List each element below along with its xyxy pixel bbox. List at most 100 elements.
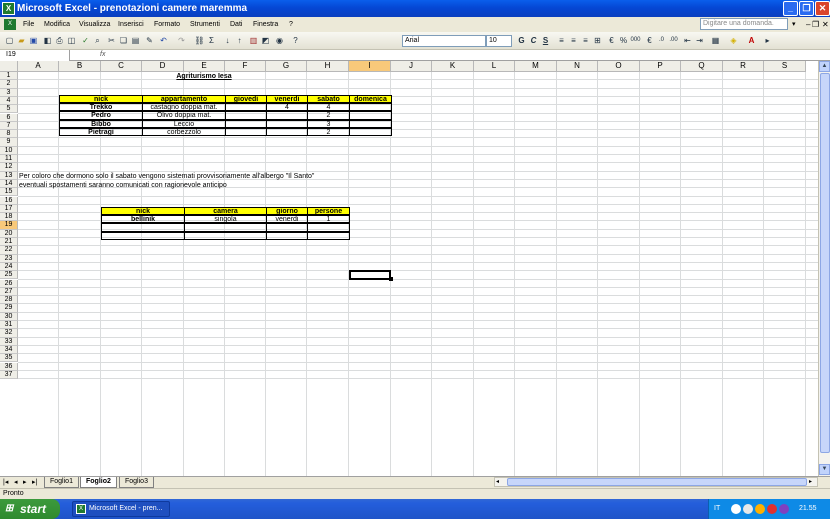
row-header[interactable]: 14 — [0, 179, 18, 189]
sort-asc-icon[interactable]: ↓ — [222, 35, 233, 46]
t1-header-domenica[interactable]: domenica — [349, 94, 392, 103]
t1-cell-appartamento[interactable]: Leccio — [142, 119, 226, 128]
note-line-2[interactable]: eventuali spostamenti saranno comunicati… — [18, 182, 418, 190]
decrease-decimal-icon[interactable]: .00 — [668, 35, 679, 46]
bold-button[interactable]: G — [516, 35, 527, 46]
format-painter-icon[interactable]: ✎ — [144, 35, 155, 46]
menu-strumenti[interactable]: Strumenti — [190, 17, 220, 32]
t1-cell-appartamento[interactable]: Olivo doppia mat. — [142, 111, 226, 120]
t2-header-persone[interactable]: persone — [307, 206, 350, 215]
tray-app-icon[interactable] — [779, 504, 789, 514]
row-header[interactable]: 17 — [0, 204, 18, 214]
column-header[interactable]: K — [432, 61, 474, 72]
t1-cell-domenica[interactable] — [349, 127, 392, 137]
doc-minimize-icon[interactable]: – — [806, 17, 810, 32]
column-header[interactable]: P — [640, 61, 681, 72]
row-header[interactable]: 1 — [0, 72, 18, 81]
menu-help[interactable]: ? — [289, 17, 293, 32]
row-header[interactable]: 37 — [0, 370, 18, 380]
t1-cell-sabato[interactable]: 2 — [307, 111, 350, 120]
column-header[interactable]: F — [225, 61, 266, 72]
row-header[interactable]: 34 — [0, 345, 18, 355]
row-header[interactable]: 28 — [0, 296, 18, 305]
font-name-select[interactable]: Arial — [402, 35, 486, 47]
t1-header-venerdi[interactable]: venerdi — [266, 94, 308, 103]
t2-cell-camera[interactable]: singola — [184, 215, 267, 224]
increase-indent-icon[interactable]: ⇥ — [694, 35, 705, 46]
t1-cell-giovedi[interactable] — [225, 119, 267, 128]
column-header[interactable]: M — [515, 61, 557, 72]
taskbar-item-excel[interactable]: X Microsoft Excel - pren... — [72, 501, 170, 517]
t1-cell-nick[interactable]: Trekko — [59, 103, 143, 112]
menu-visualizza[interactable]: Visualizza — [79, 17, 110, 32]
increase-decimal-icon[interactable]: .0 — [656, 35, 667, 46]
toolbar-options-icon[interactable]: ▸ — [762, 35, 773, 46]
sort-desc-icon[interactable]: ↑ — [234, 35, 245, 46]
column-header[interactable]: L — [474, 61, 515, 72]
percent-icon[interactable]: % — [618, 35, 629, 46]
tab-foglio3[interactable]: Foglio3 — [119, 477, 154, 488]
column-header[interactable]: B — [59, 61, 101, 72]
t1-cell-appartamento[interactable]: castagno doppia mat. — [142, 103, 226, 112]
row-header[interactable]: 32 — [0, 329, 18, 338]
t2-cell-nick[interactable]: bellinik — [101, 215, 185, 224]
row-header[interactable]: 36 — [0, 362, 18, 371]
column-header[interactable]: C — [101, 61, 142, 72]
next-sheet-icon[interactable]: ▸ — [23, 478, 27, 488]
t1-header-giovedi[interactable]: giovedi — [225, 94, 267, 103]
t2-header-nick[interactable]: nick — [101, 206, 185, 215]
start-button[interactable]: ⊞ start — [0, 499, 60, 519]
t2-header-camera[interactable]: camera — [184, 206, 267, 215]
copy-icon[interactable]: ❏ — [118, 35, 129, 46]
row-header[interactable]: 5 — [0, 105, 18, 114]
row-header[interactable]: 4 — [0, 96, 18, 106]
t1-cell-sabato[interactable]: 4 — [307, 103, 350, 112]
horizontal-scrollbar[interactable]: ◂ ▸ — [494, 477, 818, 487]
fill-color-icon[interactable]: ◈ — [728, 35, 739, 46]
row-header[interactable]: 24 — [0, 262, 18, 272]
help-dropdown-icon[interactable]: ▾ — [792, 17, 796, 32]
save-icon[interactable]: ▣ — [28, 35, 39, 46]
align-center-icon[interactable]: ≡ — [568, 35, 579, 46]
row-header[interactable]: 30 — [0, 312, 18, 321]
t2-empty-cell[interactable] — [184, 231, 267, 240]
t2-empty-cell[interactable] — [266, 231, 308, 240]
row-header[interactable]: 16 — [0, 196, 18, 205]
t2-empty-cell[interactable] — [307, 223, 350, 232]
t1-cell-venerdi[interactable] — [266, 127, 308, 137]
row-header[interactable]: 22 — [0, 246, 18, 255]
name-box[interactable]: I19 — [0, 50, 70, 61]
row-header[interactable]: 18 — [0, 213, 18, 222]
new-icon[interactable]: ▢ — [4, 35, 15, 46]
cut-icon[interactable]: ✂ — [106, 35, 117, 46]
t1-cell-nick[interactable]: Bibbo — [59, 119, 143, 128]
column-header[interactable]: R — [723, 61, 764, 72]
t2-empty-cell[interactable] — [266, 223, 308, 232]
prev-sheet-icon[interactable]: ◂ — [14, 478, 18, 488]
row-header[interactable]: 33 — [0, 337, 18, 346]
euro-icon[interactable]: € — [644, 35, 655, 46]
column-header[interactable]: N — [557, 61, 598, 72]
t2-cell-giorno[interactable]: venerdi — [266, 215, 308, 224]
messenger-icon[interactable] — [767, 504, 777, 514]
row-header[interactable]: 7 — [0, 121, 18, 131]
row-header[interactable]: 12 — [0, 163, 18, 172]
t1-cell-domenica[interactable] — [349, 111, 392, 120]
t1-cell-sabato[interactable]: 3 — [307, 119, 350, 128]
help-icon[interactable]: ? — [290, 35, 301, 46]
row-header[interactable]: 8 — [0, 130, 18, 139]
font-size-select[interactable]: 10 — [486, 35, 512, 47]
t1-cell-giovedi[interactable] — [225, 111, 267, 120]
align-left-icon[interactable]: ≡ — [556, 35, 567, 46]
menu-modifica[interactable]: Modifica — [44, 17, 70, 32]
row-header[interactable]: 25 — [0, 271, 18, 280]
t2-empty-cell[interactable] — [101, 223, 185, 232]
volume-icon[interactable] — [743, 504, 753, 514]
decrease-indent-icon[interactable]: ⇤ — [682, 35, 693, 46]
t1-cell-venerdi[interactable] — [266, 111, 308, 120]
paste-icon[interactable]: ▤ — [130, 35, 141, 46]
row-header[interactable]: 13 — [0, 171, 18, 180]
row-header[interactable]: 19 — [0, 221, 18, 230]
row-header[interactable]: 10 — [0, 146, 18, 155]
row-header[interactable]: 23 — [0, 254, 18, 263]
